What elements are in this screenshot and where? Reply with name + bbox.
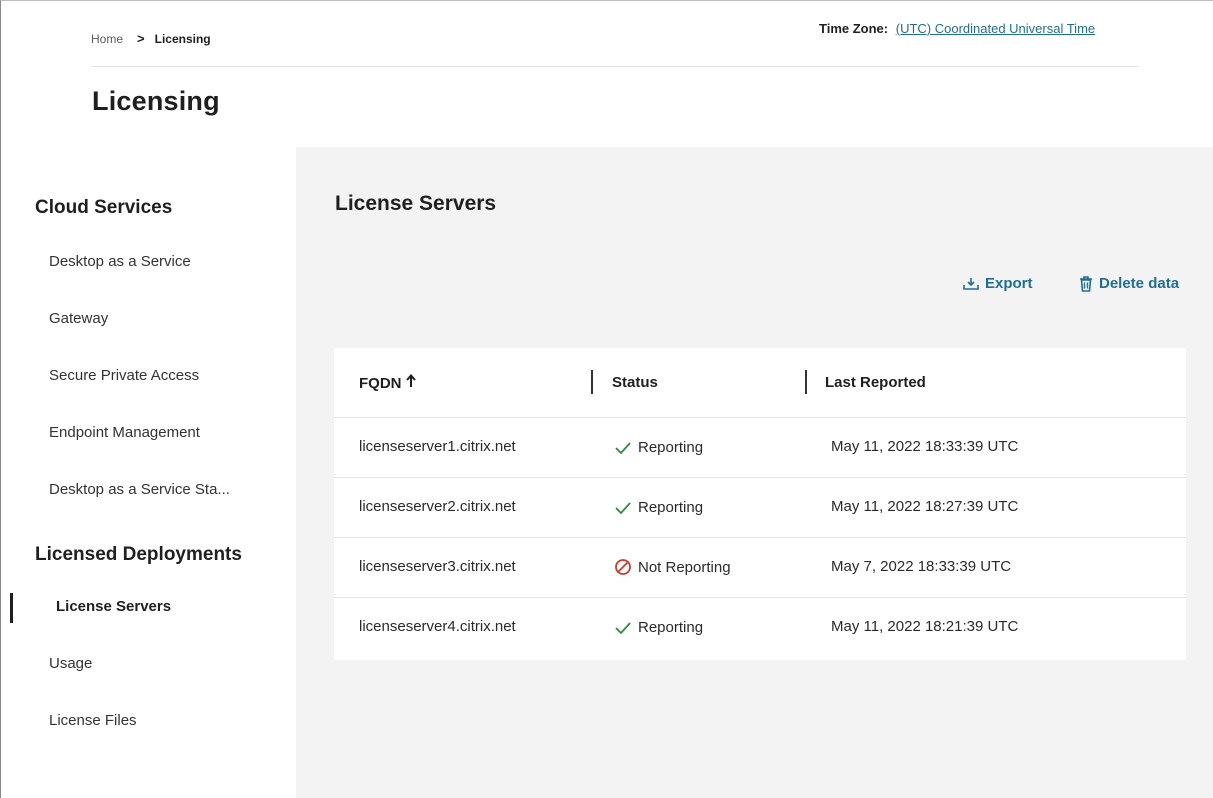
table-row[interactable]: licenseserver3.citrix.net Not Reporting … xyxy=(334,538,1186,598)
breadcrumb-home-link[interactable]: Home xyxy=(91,32,123,46)
check-icon xyxy=(614,618,632,636)
section-title: License Servers xyxy=(335,192,497,215)
column-header-fqdn[interactable]: FQDN xyxy=(359,373,416,392)
table-header: FQDN Status Last Reported xyxy=(334,348,1186,418)
status-cell: Reporting xyxy=(614,498,703,516)
sidebar-item-gateway[interactable]: Gateway xyxy=(49,310,108,327)
last-reported-cell: May 11, 2022 18:33:39 UTC xyxy=(831,438,1019,455)
app-frame: Home > Licensing Time Zone: (UTC) Coordi… xyxy=(0,0,1213,798)
arrow-up-icon xyxy=(405,373,416,392)
table-row[interactable]: licenseserver2.citrix.net Reporting May … xyxy=(334,478,1186,538)
check-icon xyxy=(614,438,632,456)
timezone-link[interactable]: (UTC) Coordinated Universal Time xyxy=(896,21,1095,36)
page-title: Licensing xyxy=(92,86,220,116)
delete-data-button[interactable]: Delete data xyxy=(1079,275,1179,292)
sidebar: Cloud Services Desktop as a Service Gate… xyxy=(2,147,296,798)
breadcrumb-current: Licensing xyxy=(154,31,211,46)
fqdn-cell: licenseserver3.citrix.net xyxy=(359,558,516,575)
sidebar-item-usage[interactable]: Usage xyxy=(49,655,92,672)
license-servers-table: FQDN Status Last Reported licenseserver1… xyxy=(334,348,1186,660)
prohibited-icon xyxy=(614,558,632,576)
status-cell: Not Reporting xyxy=(614,558,731,576)
timezone: Time Zone: (UTC) Coordinated Universal T… xyxy=(819,21,1095,36)
last-reported-cell: May 11, 2022 18:27:39 UTC xyxy=(831,498,1019,515)
sidebar-item-desktop-as-a-service-standard[interactable]: Desktop as a Service Sta... xyxy=(49,481,230,498)
export-button[interactable]: Export xyxy=(963,275,1033,292)
timezone-label: Time Zone: xyxy=(819,21,889,36)
delete-data-label: Delete data xyxy=(1099,275,1180,292)
active-indicator xyxy=(10,593,13,623)
fqdn-cell: licenseserver1.citrix.net xyxy=(359,438,516,455)
sidebar-heading-licensed-deployments: Licensed Deployments xyxy=(35,544,242,565)
sidebar-item-secure-private-access[interactable]: Secure Private Access xyxy=(49,367,199,384)
export-icon xyxy=(963,277,979,291)
header-divider xyxy=(92,66,1139,67)
export-label: Export xyxy=(985,275,1033,292)
column-header-fqdn-label: FQDN xyxy=(359,374,402,392)
last-reported-cell: May 11, 2022 18:21:39 UTC xyxy=(831,618,1019,635)
column-separator[interactable] xyxy=(805,370,807,394)
column-separator[interactable] xyxy=(591,370,593,394)
sidebar-item-license-files[interactable]: License Files xyxy=(49,712,137,729)
status-label: Reporting xyxy=(638,438,704,456)
status-cell: Reporting xyxy=(614,618,703,636)
status-cell: Reporting xyxy=(614,438,703,456)
check-icon xyxy=(614,498,632,516)
fqdn-cell: licenseserver4.citrix.net xyxy=(359,618,516,635)
main-content: License Servers Export Delete data FQDN … xyxy=(296,147,1213,798)
sidebar-item-desktop-as-a-service[interactable]: Desktop as a Service xyxy=(49,253,191,270)
trash-icon xyxy=(1079,275,1093,292)
status-label: Not Reporting xyxy=(638,558,731,576)
last-reported-cell: May 7, 2022 18:33:39 UTC xyxy=(831,558,1012,575)
breadcrumb: Home > Licensing xyxy=(91,31,211,46)
fqdn-cell: licenseserver2.citrix.net xyxy=(359,498,516,515)
sidebar-item-endpoint-management[interactable]: Endpoint Management xyxy=(49,424,200,441)
status-label: Reporting xyxy=(638,498,704,516)
column-header-last-reported[interactable]: Last Reported xyxy=(825,374,926,391)
breadcrumb-separator: > xyxy=(137,31,145,46)
status-label: Reporting xyxy=(638,618,704,636)
header: Home > Licensing Time Zone: (UTC) Coordi… xyxy=(1,1,1213,147)
table-row[interactable]: licenseserver1.citrix.net Reporting May … xyxy=(334,418,1186,478)
sidebar-item-license-servers[interactable]: License Servers xyxy=(56,598,171,615)
table-row[interactable]: licenseserver4.citrix.net Reporting May … xyxy=(334,598,1186,658)
sidebar-heading-cloud-services: Cloud Services xyxy=(35,197,173,218)
column-header-status[interactable]: Status xyxy=(612,374,658,391)
